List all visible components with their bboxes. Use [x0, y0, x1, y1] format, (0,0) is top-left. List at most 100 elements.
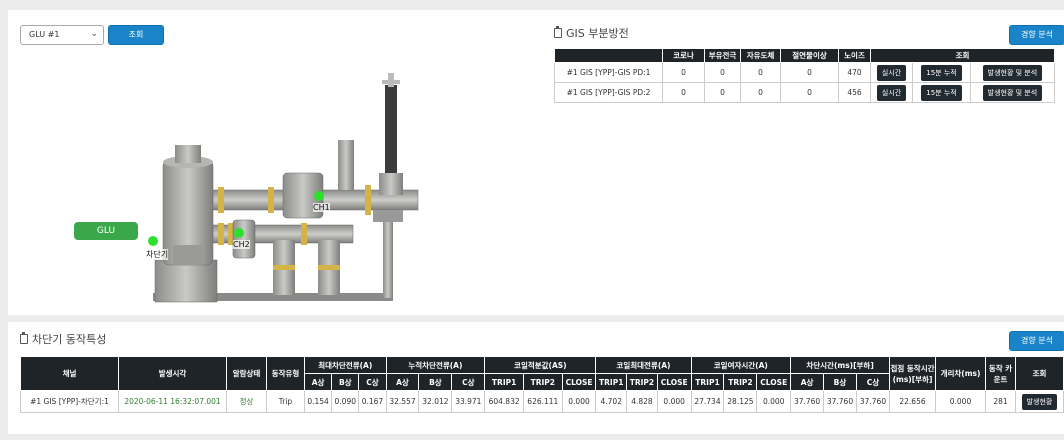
- top-panel: GLU #1 ⌄ 조회 경향 분석 GIS 부분방전 GLU CH1 CH2 차…: [8, 10, 1064, 315]
- cell-value: 0.000: [756, 390, 792, 413]
- sub-col: TRIP2: [723, 373, 758, 391]
- sub-col: CLOSE: [756, 373, 792, 391]
- ch2-status-dot: [234, 228, 244, 238]
- cell-diff: 0.000: [935, 390, 986, 413]
- cell-value: 37.760: [855, 390, 891, 413]
- gis-row-name: #1 GIS [YPP]-GIS PD:1: [554, 62, 663, 83]
- cell-alarm: 정상: [226, 390, 267, 413]
- col-time: 발생시각: [118, 356, 227, 391]
- glu-select[interactable]: GLU #1 ⌄: [20, 25, 104, 45]
- gis-pd-table: 코로나 부유전극 자유도체 절연물이상 노이즈 조회 #1 GIS [YPP]-…: [554, 48, 1056, 103]
- gis-col-view: 조회: [870, 48, 1055, 63]
- gis-section-title: GIS 부분방전: [554, 25, 629, 41]
- sub-col: A상: [385, 373, 420, 391]
- ch1-label: CH1: [313, 203, 330, 212]
- breaker-trend-analysis-button[interactable]: 경향 분석: [1009, 331, 1064, 351]
- sub-col: B상: [331, 373, 360, 391]
- cell-value: 37.760: [823, 390, 857, 413]
- breaker-section-title: 차단기 동작특성: [20, 331, 106, 347]
- breaker-title-text: 차단기 동작특성: [32, 333, 107, 346]
- col-coil-excite-time: 코일여자시간(A): [690, 356, 792, 374]
- cell-value: 0.000: [656, 390, 692, 413]
- gis-equipment-diagram: [153, 73, 419, 303]
- gis-cell: 0: [662, 62, 705, 83]
- col-break-time: 차단시간(ms)[부하]: [790, 356, 890, 374]
- gis-table-header: 코로나 부유전극 자유도체 절연물이상 노이즈 조회: [554, 48, 1055, 63]
- cell-value: 0.000: [561, 390, 597, 413]
- sub-col: B상: [418, 373, 453, 391]
- gis-cell: 발생현황 및 분석: [969, 82, 1056, 103]
- occurrence-analysis-button[interactable]: 발생현황 및 분석: [982, 64, 1043, 81]
- gis-cell: 0: [780, 82, 839, 103]
- occurrence-button[interactable]: 발생현황: [1021, 393, 1058, 410]
- gis-cell: 0: [740, 82, 781, 103]
- ch2-label: CH2: [233, 240, 250, 249]
- col-contact-time: 접점 동작시간 (ms)[부하]: [889, 356, 936, 391]
- sub-col: TRIP1: [595, 373, 628, 391]
- gis-col-insulation: 절연물이상: [780, 48, 839, 63]
- breaker-table-header: 채널 발생시각 알람상태 동작유형 최대차단전류(A) 누적차단전류(A) 코일…: [20, 356, 1064, 391]
- col-coil-integral: 코일적분값(AS): [484, 356, 597, 374]
- occurrence-analysis-button[interactable]: 발생현황 및 분석: [982, 84, 1043, 101]
- cell-value: 604.832: [484, 390, 524, 413]
- cell-value: 0.154: [303, 390, 333, 413]
- gis-col-name: [554, 48, 663, 63]
- sub-col: CLOSE: [561, 373, 597, 391]
- gis-col-corona: 코로나: [662, 48, 705, 63]
- gis-cell: 15분 누적: [912, 62, 971, 83]
- cell-channel: #1 GIS [YPP]-차단기:1: [20, 390, 119, 413]
- cell-value: 0.090: [331, 390, 360, 413]
- col-type: 동작유형: [266, 356, 305, 391]
- gis-cell: 0: [780, 62, 839, 83]
- cell-value: 32.557: [385, 390, 420, 413]
- table-row: #1 GIS [YPP]-GIS PD:1 0 0 0 0 470 실시간 15…: [554, 62, 1056, 83]
- gis-cell: 0: [662, 82, 705, 103]
- ch1-status-dot: [314, 191, 324, 201]
- gis-cell: 실시간: [869, 82, 914, 103]
- cell-value: 33.971: [451, 390, 486, 413]
- breaker-status-dot: [148, 236, 158, 246]
- cell-view: 발생현황: [1015, 390, 1064, 413]
- sub-col: C상: [358, 373, 387, 391]
- realtime-button[interactable]: 실시간: [876, 64, 907, 81]
- clipboard-icon: [554, 26, 562, 38]
- sub-col: TRIP1: [484, 373, 524, 391]
- sub-col: A상: [790, 373, 825, 391]
- trend-analysis-button[interactable]: 경향 분석: [1009, 25, 1064, 45]
- cell-value: 4.702: [595, 390, 628, 413]
- realtime-button[interactable]: 실시간: [876, 84, 907, 101]
- gis-col-floating: 부유전극: [704, 48, 741, 63]
- gis-cell: 456: [838, 82, 871, 103]
- gis-cell: 발생현황 및 분석: [969, 62, 1056, 83]
- breaker-table: 채널 발생시각 알람상태 동작유형 최대차단전류(A) 누적차단전류(A) 코일…: [20, 356, 1064, 413]
- col-count: 동작 카운트: [985, 356, 1016, 391]
- gis-cell: 0: [704, 62, 741, 83]
- col-view: 조회: [1015, 356, 1064, 391]
- cell-time: 2020-06-11 16:32:07.001: [118, 390, 227, 413]
- cell-value: 4.828: [626, 390, 658, 413]
- sub-col: TRIP1: [690, 373, 725, 391]
- sub-col: A상: [303, 373, 333, 391]
- bottom-panel: 차단기 동작특성 경향 분석 채널 발생시각 알람상태 동작유형 최대차단전류(…: [8, 322, 1064, 434]
- col-diff: 개리차(ms): [935, 356, 986, 391]
- cell-value: 32.012: [418, 390, 453, 413]
- chevron-down-icon: ⌄: [90, 29, 98, 39]
- glu-select-value: GLU #1: [29, 30, 60, 39]
- gis-cell: 15분 누적: [912, 82, 971, 103]
- col-max-break-current: 최대차단전류(A): [304, 356, 387, 374]
- gis-col-noise: 노이즈: [838, 48, 871, 63]
- cumulative-15min-button[interactable]: 15분 누적: [921, 64, 962, 81]
- cell-count: 281: [985, 390, 1016, 413]
- sub-col: TRIP2: [626, 373, 658, 391]
- cumulative-15min-button[interactable]: 15분 누적: [921, 84, 962, 101]
- cell-type: Trip: [266, 390, 305, 413]
- breaker-label: 차단기: [146, 249, 169, 260]
- glu-badge[interactable]: GLU: [74, 222, 138, 240]
- query-button[interactable]: 조회: [108, 25, 164, 45]
- sub-col: TRIP2: [522, 373, 563, 391]
- sub-col: C상: [451, 373, 486, 391]
- cell-value: 27.734: [690, 390, 725, 413]
- col-coil-max-current: 코일최대전류(A): [595, 356, 692, 374]
- cell-value: 37.760: [790, 390, 825, 413]
- cell-value: 28.125: [723, 390, 758, 413]
